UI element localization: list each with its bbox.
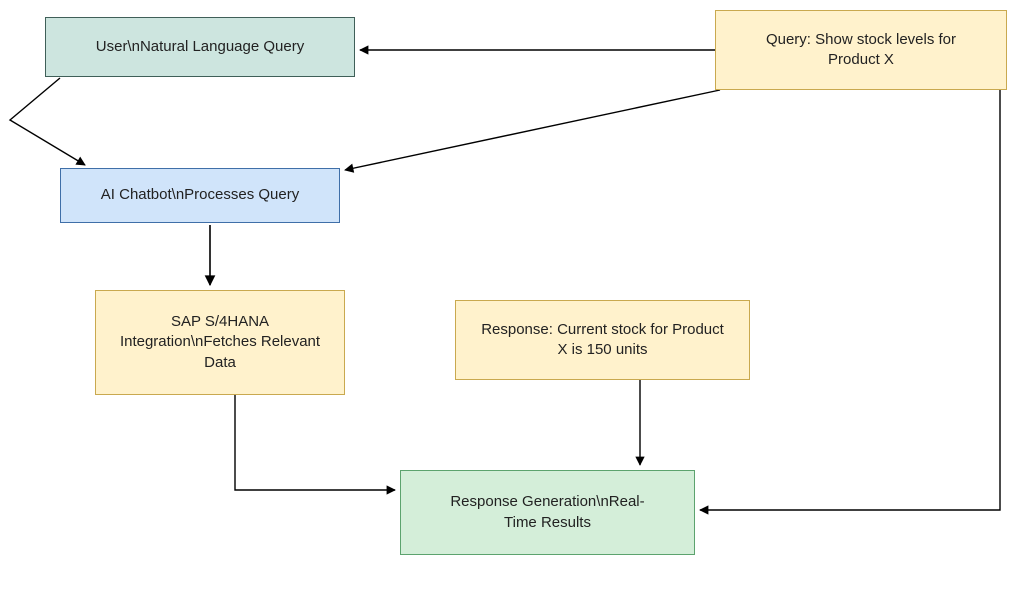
node-sap-integration: SAP S/4HANA Integration\nFetches Relevan… bbox=[95, 290, 345, 395]
edge-sap-to-gen bbox=[235, 395, 395, 490]
node-chat-label: AI Chatbot\nProcesses Query bbox=[101, 185, 299, 205]
node-sap-label: SAP S/4HANA Integration\nFetches Relevan… bbox=[120, 312, 320, 373]
node-user: User\nNatural Language Query bbox=[45, 17, 355, 77]
node-response-generation: Response Generation\nReal- Time Results bbox=[400, 470, 695, 555]
node-resp-label: Response: Current stock for Product X is… bbox=[481, 320, 724, 361]
node-gen-label: Response Generation\nReal- Time Results bbox=[450, 492, 644, 533]
node-ai-chatbot: AI Chatbot\nProcesses Query bbox=[60, 168, 340, 223]
node-user-label: User\nNatural Language Query bbox=[96, 37, 304, 57]
node-response-example: Response: Current stock for Product X is… bbox=[455, 300, 750, 380]
node-query-example: Query: Show stock levels for Product X bbox=[715, 10, 1007, 90]
edge-user-to-chat bbox=[10, 78, 85, 165]
node-query-label: Query: Show stock levels for Product X bbox=[766, 30, 956, 71]
edge-query-to-chat bbox=[345, 90, 720, 170]
